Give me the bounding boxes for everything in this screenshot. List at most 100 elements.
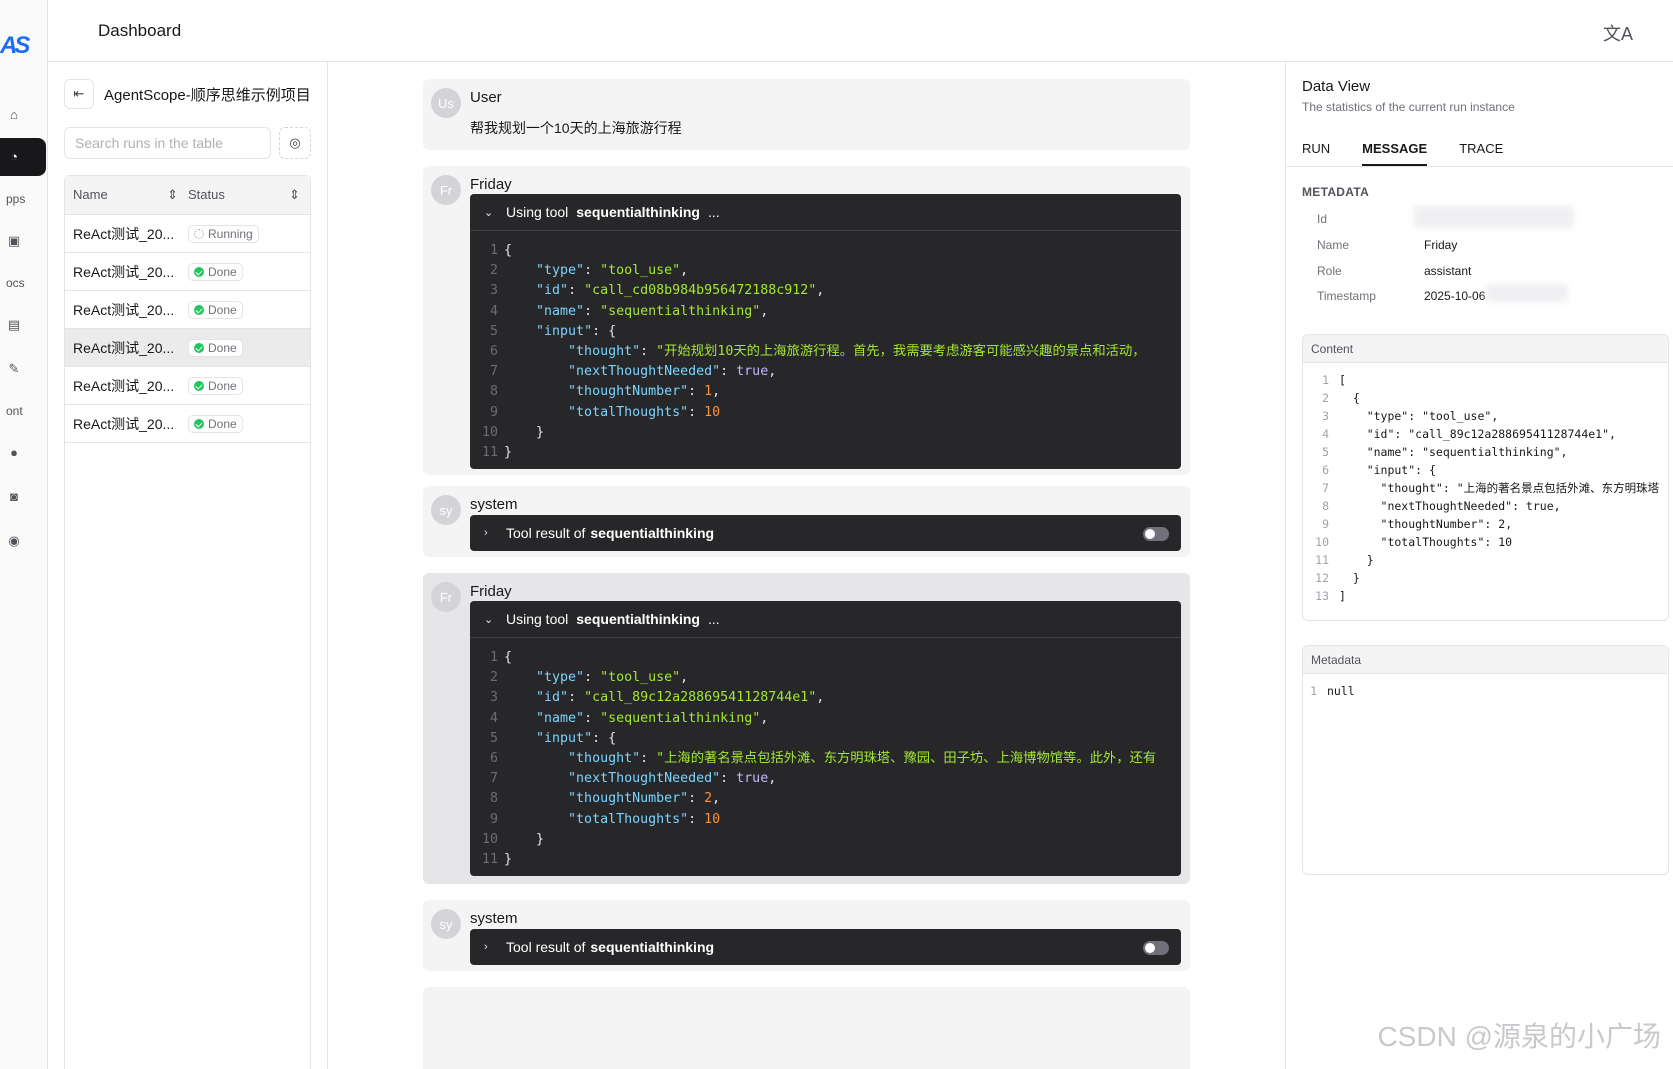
metadata-heading: METADATA [1302, 185, 1370, 199]
tool-result-header[interactable]: › Tool result of sequentialthinking [470, 929, 1181, 965]
tab-run[interactable]: RUN [1302, 141, 1330, 166]
ellipsis: ... [707, 611, 720, 627]
table-row[interactable]: ReAct测试_20... Done [65, 253, 310, 291]
nav-home[interactable]: ⌂ [0, 96, 46, 134]
table-row[interactable]: ReAct测试_20... Done [65, 367, 310, 405]
sender-name: User [470, 89, 502, 106]
column-status[interactable]: Status ⇕ [188, 187, 310, 203]
tool-name: sequentialthinking [576, 204, 700, 220]
open-book-icon: ▤ [7, 317, 21, 332]
tool-use-block: ⌄ Using tool sequentialthinking... 1{ 2 "… [470, 601, 1181, 876]
dashboard-icon: ◔ [10, 149, 18, 164]
check-circle-icon [194, 304, 204, 315]
meta-row-id: Id [1317, 212, 1328, 226]
app-logo[interactable]: AS [0, 32, 30, 60]
nav-compass[interactable]: ◉ [0, 522, 46, 560]
toggle-switch[interactable] [1143, 941, 1169, 955]
run-name: ReAct测试_20... [73, 225, 175, 242]
column-name[interactable]: Name ⇕ [65, 187, 188, 203]
nav-apps[interactable]: pps [0, 180, 46, 218]
watermark: CSDN @源泉的小广场 [1377, 1021, 1661, 1052]
run-name: ReAct测试_20... [73, 415, 175, 432]
nav-open-book[interactable]: ▤ [0, 306, 46, 344]
check-circle-icon [194, 380, 204, 391]
run-name: ReAct测试_20... [73, 301, 175, 318]
table-row[interactable]: ReAct测试_20... Done [65, 291, 310, 329]
toggle-switch[interactable] [1143, 527, 1169, 541]
metadata-code: 1 null [1310, 684, 1355, 698]
nav-discord[interactable]: ◙ [0, 478, 46, 516]
column-visibility-button[interactable]: ◎ [279, 127, 311, 159]
project-header: ⇤ AgentScope-顺序思维示例项目 [64, 79, 311, 109]
avatar: Us [431, 88, 461, 118]
content-header: Content [1303, 335, 1668, 363]
message-system[interactable]: sy system › Tool result of sequentialthin… [423, 900, 1190, 971]
status-badge: Done [188, 262, 243, 281]
message-text: 帮我规划一个10天的上海旅游行程 [470, 120, 682, 136]
nav-book[interactable]: ▣ [0, 222, 46, 260]
tab-trace[interactable]: TRACE [1459, 141, 1503, 166]
metadata-box: Metadata 1 null [1302, 645, 1669, 875]
status-badge: Done [188, 414, 243, 433]
table-header: Name ⇕ Status ⇕ [65, 176, 310, 215]
data-view-title: Data View [1302, 78, 1371, 95]
tool-use-header[interactable]: ⌄ Using tool sequentialthinking... [470, 194, 1181, 231]
status-badge: Done [188, 376, 243, 395]
status-badge: Done [188, 338, 243, 357]
nav-docs-label: ocs [6, 276, 25, 290]
data-view-tabs: RUN MESSAGE TRACE [1302, 141, 1503, 166]
chevron-down-icon: ⌄ [484, 613, 494, 626]
compass-icon: ◉ [8, 533, 20, 548]
page-title: Dashboard [98, 21, 182, 40]
message-friday-selected[interactable]: Fr Friday ⌄ Using tool sequentialthinking… [423, 573, 1190, 884]
home-icon: ⌂ [10, 107, 18, 122]
metadata-box-header: Metadata [1303, 646, 1668, 674]
tab-message[interactable]: MESSAGE [1362, 141, 1428, 166]
message-friday[interactable]: Fr Friday ⌄ Using tool sequentialthinking… [423, 166, 1190, 475]
check-circle-icon [194, 342, 204, 353]
nav-font-label: ont [6, 404, 23, 418]
eye-icon: ◎ [289, 135, 301, 150]
tool-use-header[interactable]: ⌄ Using tool sequentialthinking... [470, 601, 1181, 638]
nav-github[interactable]: ● [0, 434, 46, 472]
nav-feather[interactable]: ✎ [0, 350, 46, 388]
run-name: ReAct测试_20... [73, 377, 175, 394]
exit-icon[interactable]: ⇤ [64, 79, 94, 109]
avatar: sy [431, 909, 461, 939]
tool-result-block[interactable]: › Tool result of sequentialthinking [470, 929, 1181, 965]
table-row[interactable]: ReAct测试_20... Done [65, 405, 310, 443]
check-circle-icon [194, 418, 204, 429]
table-row-selected[interactable]: ReAct测试_20... Done [65, 329, 310, 367]
avatar: Fr [431, 175, 461, 205]
discord-icon: ◙ [10, 489, 18, 504]
status-badge: Running [188, 224, 259, 243]
ellipsis: ... [707, 204, 720, 220]
sender-name: Friday [470, 176, 512, 193]
search-runs-input[interactable] [64, 127, 271, 159]
sender-name: system [470, 910, 518, 927]
nav-font[interactable]: ont [0, 392, 46, 430]
translate-icon[interactable]: 文A [1603, 20, 1633, 46]
tool-result-block[interactable]: › Tool result of sequentialthinking [470, 515, 1181, 551]
nav-dashboard[interactable]: ◔ [0, 138, 46, 176]
tool-name: sequentialthinking [590, 525, 715, 541]
sort-icon[interactable]: ⇕ [289, 187, 300, 203]
book-icon: ▣ [7, 233, 21, 248]
check-circle-icon [194, 266, 204, 277]
tab-divider [1286, 166, 1673, 167]
tool-result-prefix: Tool result of [506, 939, 586, 955]
chevron-right-icon: › [484, 941, 488, 953]
left-nav-bar: AS ⌂ ◔ pps ▣ ocs ▤ ✎ ont ● ◙ ◉ [0, 0, 48, 1069]
column-name-label: Name [73, 187, 108, 202]
sender-name: Friday [470, 583, 512, 600]
table-row[interactable]: ReAct测试_20... Running [65, 215, 310, 253]
sort-icon[interactable]: ⇕ [167, 187, 178, 203]
feather-icon: ✎ [8, 361, 20, 376]
message-user[interactable]: Us User 帮我规划一个10天的上海旅游行程 [423, 79, 1190, 150]
chat-area: Us User 帮我规划一个10天的上海旅游行程 Fr Friday ⌄ Usi… [328, 62, 1285, 1069]
code-view: 1{ 2 "type": "tool_use", 3 "id": "call_8… [481, 650, 1157, 868]
message-system[interactable]: sy system › Tool result of sequentialthin… [423, 486, 1190, 557]
nav-docs[interactable]: ocs [0, 264, 46, 302]
tool-result-header[interactable]: › Tool result of sequentialthinking [470, 515, 1181, 551]
message-partial[interactable] [423, 987, 1190, 1069]
